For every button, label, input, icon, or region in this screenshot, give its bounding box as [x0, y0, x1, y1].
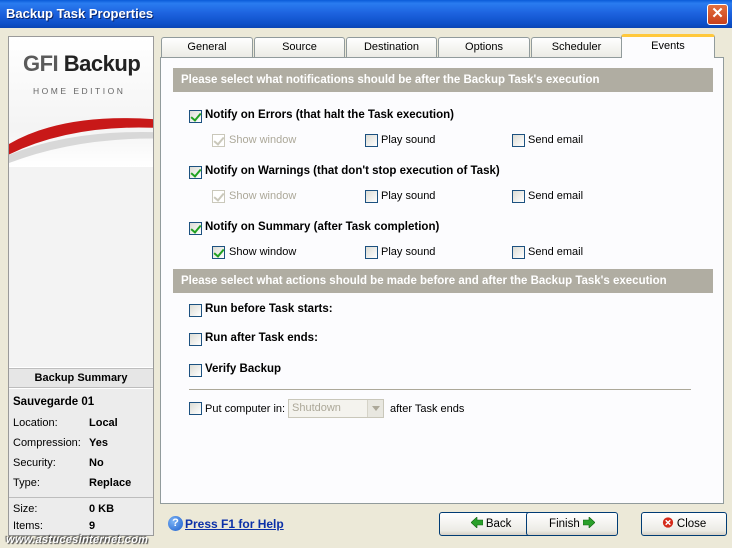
events-tab-panel: Please select what notifications should …: [160, 57, 724, 504]
notify-summary-label: Notify on Summary (after Task completion…: [205, 221, 440, 233]
summary-send-email-label: Send email: [528, 246, 584, 258]
summary-key: Compression:: [13, 437, 81, 449]
after-task-label: after Task ends: [390, 403, 465, 415]
tab-scheduler[interactable]: Scheduler: [531, 37, 622, 57]
notify-errors-checkbox[interactable]: [189, 110, 202, 123]
close-window-button[interactable]: ✕: [707, 4, 728, 25]
errors-play-sound-label: Play sound: [381, 134, 436, 146]
summary-value: Replace: [89, 477, 132, 489]
arrow-right-icon: [582, 517, 595, 528]
logo-brand-dark: Backup: [63, 51, 141, 76]
power-mode-value: Shutdown: [292, 402, 341, 414]
power-mode-select[interactable]: Shutdown: [288, 399, 384, 418]
tab-destination[interactable]: Destination: [346, 37, 437, 57]
tab-options[interactable]: Options: [438, 37, 530, 57]
logo-brand-light: GFI: [23, 51, 59, 76]
summary-value: Yes: [89, 437, 108, 449]
help-link-text: Press F1 for Help: [185, 517, 284, 531]
summary-value: Local: [89, 417, 118, 429]
summary-key: Items:: [13, 520, 43, 532]
window-title: Backup Task Properties: [6, 6, 154, 21]
actions-divider: [189, 389, 691, 390]
verify-backup-checkbox[interactable]: [189, 364, 202, 377]
summary-row-compression: Compression: Yes: [13, 437, 153, 453]
gfi-backup-logo: GFI Backup HOME EDITION: [9, 37, 153, 167]
errors-send-email-label: Send email: [528, 134, 584, 146]
summary-row-location: Location: Local: [13, 417, 153, 433]
notify-errors-label: Notify on Errors (that halt the Task exe…: [205, 109, 454, 121]
logo-swoosh-icon: [9, 118, 153, 164]
errors-send-email-checkbox[interactable]: [512, 134, 525, 147]
put-computer-label: Put computer in:: [205, 403, 286, 415]
warnings-show-window-checkbox[interactable]: [212, 190, 225, 203]
notify-summary-checkbox[interactable]: [189, 222, 202, 235]
backup-task-properties-window: Backup Task Properties ✕ GFI Backup HOME…: [0, 0, 732, 548]
summary-row-security: Security: No: [13, 457, 153, 473]
title-bar[interactable]: Backup Task Properties ✕: [0, 0, 732, 28]
tab-events[interactable]: Events: [621, 34, 715, 58]
finish-button[interactable]: Finish: [526, 512, 618, 536]
notify-warnings-label: Notify on Warnings (that don't stop exec…: [205, 165, 500, 177]
warnings-play-sound-label: Play sound: [381, 190, 436, 202]
back-button-label: Back: [485, 518, 512, 530]
put-computer-checkbox[interactable]: [189, 402, 202, 415]
logo-edition: HOME EDITION: [33, 86, 126, 96]
help-icon: ?: [168, 516, 183, 531]
help-link[interactable]: ? Press F1 for Help: [168, 516, 284, 531]
errors-show-window-label: Show window: [229, 134, 297, 146]
logo-text: GFI Backup: [23, 51, 141, 77]
backup-summary: Sauvegarde 01 Location: Local Compressio…: [9, 389, 153, 535]
warnings-send-email-checkbox[interactable]: [512, 190, 525, 203]
summary-row-size: Size: 0 KB: [13, 503, 153, 519]
run-before-label: Run before Task starts:: [205, 303, 333, 315]
summary-task-name: Sauvegarde 01: [13, 396, 95, 408]
run-after-label: Run after Task ends:: [205, 332, 318, 344]
notifications-section-heading: Please select what notifications should …: [173, 68, 713, 92]
summary-value: No: [89, 457, 104, 469]
summary-show-window-checkbox[interactable]: [212, 246, 225, 259]
warnings-play-sound-checkbox[interactable]: [365, 190, 378, 203]
actions-section-heading: Please select what actions should be mad…: [173, 269, 713, 293]
errors-play-sound-checkbox[interactable]: [365, 134, 378, 147]
summary-value: 0 KB: [89, 503, 115, 515]
summary-key: Type:: [13, 477, 40, 489]
close-icon: [662, 517, 673, 528]
backup-summary-heading: Backup Summary: [9, 368, 153, 388]
chevron-down-icon[interactable]: [367, 400, 383, 417]
summary-show-window-label: Show window: [229, 246, 297, 258]
run-before-checkbox[interactable]: [189, 304, 202, 317]
close-button[interactable]: Close: [641, 512, 727, 536]
summary-divider: [9, 497, 153, 498]
summary-row-type: Type: Replace: [13, 477, 153, 493]
left-panel: GFI Backup HOME EDITION Backup Summary S…: [8, 36, 154, 536]
run-after-checkbox[interactable]: [189, 333, 202, 346]
summary-key: Location:: [13, 417, 58, 429]
summary-key: Size:: [13, 503, 38, 515]
summary-value: 9: [89, 520, 96, 532]
tab-general[interactable]: General: [161, 37, 253, 57]
summary-key: Security:: [13, 457, 56, 469]
left-panel-filler: [9, 167, 153, 367]
verify-backup-label: Verify Backup: [205, 363, 282, 375]
errors-show-window-checkbox[interactable]: [212, 134, 225, 147]
arrow-left-icon: [470, 517, 483, 528]
notify-warnings-checkbox[interactable]: [189, 166, 202, 179]
finish-button-label: Finish: [549, 518, 580, 530]
summary-send-email-checkbox[interactable]: [512, 246, 525, 259]
summary-play-sound-checkbox[interactable]: [365, 246, 378, 259]
close-button-label: Close: [676, 518, 707, 530]
watermark: www.astucesinternet.com: [6, 534, 149, 546]
warnings-send-email-label: Send email: [528, 190, 584, 202]
tab-source[interactable]: Source: [254, 37, 345, 57]
summary-play-sound-label: Play sound: [381, 246, 436, 258]
warnings-show-window-label: Show window: [229, 190, 297, 202]
